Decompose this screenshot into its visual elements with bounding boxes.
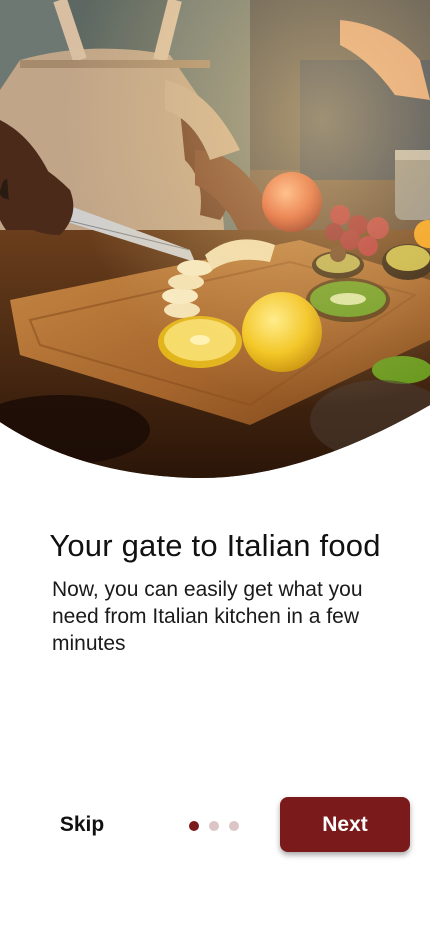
onboarding-title: Your gate to Italian food — [49, 528, 381, 563]
page-indicator — [189, 821, 239, 831]
onboarding-subtitle: Now, you can easily get what you need fr… — [52, 578, 363, 655]
page-dot-3 — [229, 821, 239, 831]
page-dot-2 — [209, 821, 219, 831]
next-button[interactable]: Next — [280, 797, 410, 852]
hero-image — [0, 0, 430, 480]
skip-button[interactable]: Skip — [42, 803, 122, 847]
page-dot-1 — [189, 821, 199, 831]
cooking-photo — [0, 0, 430, 479]
